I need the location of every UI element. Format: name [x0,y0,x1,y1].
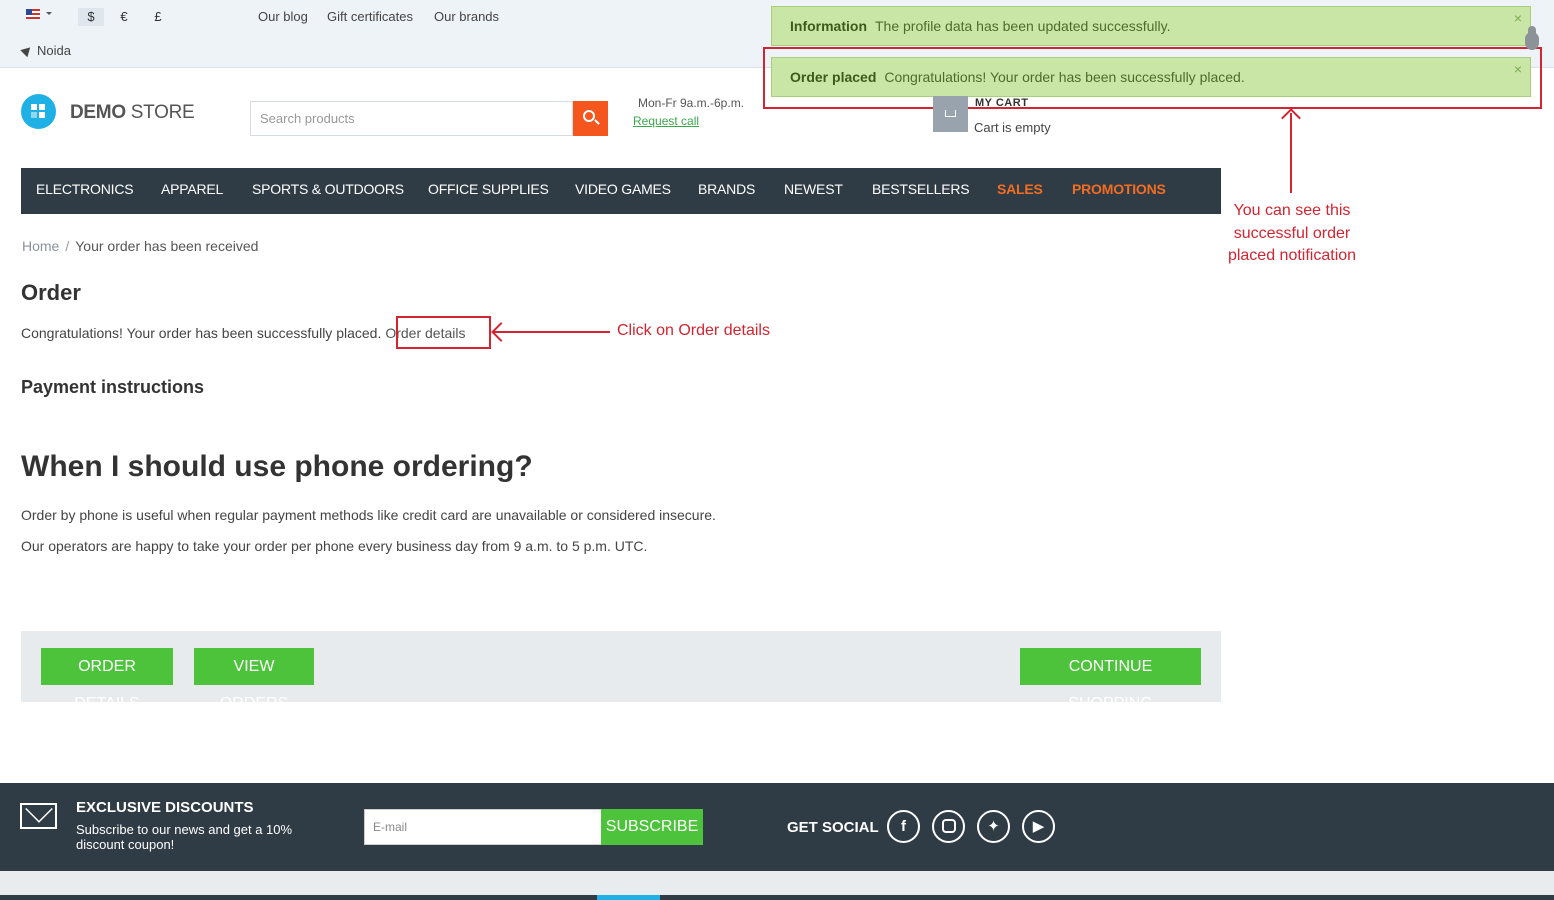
annotation-note: You can see this successful order placed… [1227,202,1357,264]
breadcrumb-current: Your order has been received [75,238,259,254]
subscribe-button[interactable]: SUBSCRIBE [601,809,703,845]
exclusive-discounts-text: Subscribe to our news and get a 10% disc… [76,822,293,852]
email-input[interactable]: E-mail [364,809,602,845]
bug-icon[interactable] [1521,26,1543,52]
breadcrumb: Home / Your order has been received [22,238,259,254]
youtube-icon[interactable]: ▶ [1022,810,1055,843]
annotation-highlight-box [763,47,1542,109]
search-input[interactable]: Search products [250,101,573,136]
cart-icon[interactable] [933,96,968,132]
mail-icon [20,803,57,829]
location-label: Noida [37,43,71,58]
business-hours: Mon-Fr 9a.m.-6p.m. [638,96,745,110]
search-button[interactable] [573,101,608,136]
main-navigation: ELECTRONICS APPAREL SPORTS & OUTDOORS OF… [21,168,1221,214]
currency-eur[interactable]: € [111,8,137,26]
view-orders-button[interactable]: VIEW ORDERS [194,648,314,712]
annotation-arrow-head [491,322,511,342]
continue-shopping-button[interactable]: CONTINUE SHOPPING [1020,648,1201,712]
nav-promotions[interactable]: PROMOTIONS [1072,168,1166,214]
my-cart-title[interactable]: MY CART [975,97,1028,109]
nav-bestsellers[interactable]: BESTSELLERS [872,168,970,214]
nav-office-supplies[interactable]: OFFICE SUPPLIES [428,168,549,214]
our-brands-link[interactable]: Our brands [434,9,499,24]
nav-video-games[interactable]: VIDEO GAMES [575,168,671,214]
chevron-down-icon[interactable] [46,12,52,15]
location-arrow-icon [20,43,34,58]
phone-ordering-heading: When I should use phone ordering? [21,450,533,483]
nav-apparel[interactable]: APPAREL [161,168,223,214]
gift-certificates-link[interactable]: Gift certificates [327,9,413,24]
our-blog-link[interactable]: Our blog [258,9,308,24]
twitter-icon[interactable]: ✦ [977,810,1010,843]
order-actions-bar: ORDER DETAILS VIEW ORDERS CONTINUE SHOPP… [21,631,1221,712]
logo-text[interactable]: DEMO STORE [70,102,195,124]
nav-sports-outdoors[interactable]: SPORTS & OUTDOORS [252,168,404,214]
location-selector[interactable]: Noida [20,43,71,58]
footer-subscribe: EXCLUSIVE DISCOUNTS Subscribe to our new… [0,783,1554,871]
payment-instructions-heading: Payment instructions [21,377,205,397]
us-flag-icon[interactable] [26,9,40,19]
currency-gbp[interactable]: £ [145,8,171,26]
request-call-link[interactable]: Request call [633,114,699,128]
nav-sales[interactable]: SALES [997,168,1043,214]
exclusive-discounts-title: EXCLUSIVE DISCOUNTS [76,799,254,816]
currency-usd[interactable]: $ [78,8,104,26]
notification-information: Information The profile data has been upd… [771,6,1531,46]
get-social-title: GET SOCIAL [787,819,879,836]
notification-title: Information [790,18,867,34]
annotation-arrow-head [1281,108,1301,128]
page-title: Order [21,280,81,305]
instagram-icon[interactable] [932,810,965,843]
notification-message: The profile data has been updated succes… [875,18,1171,34]
phone-ordering-text-1: Order by phone is useful when regular pa… [21,507,716,523]
order-details-button[interactable]: ORDER DETAILS [41,648,173,712]
logo-icon[interactable] [21,94,56,129]
cart-status: Cart is empty [974,120,1051,135]
nav-brands[interactable]: BRANDS [698,168,755,214]
phone-ordering-text-2: Our operators are happy to take your ord… [21,538,648,554]
facebook-icon[interactable]: f [887,810,920,843]
nav-newest[interactable]: NEWEST [784,168,843,214]
nav-electronics[interactable]: ELECTRONICS [36,168,134,214]
annotation-highlight-box [396,316,491,349]
annotation-click-note: Click on Order details [617,322,770,339]
footer-links [0,871,1554,900]
breadcrumb-home[interactable]: Home [22,238,59,254]
